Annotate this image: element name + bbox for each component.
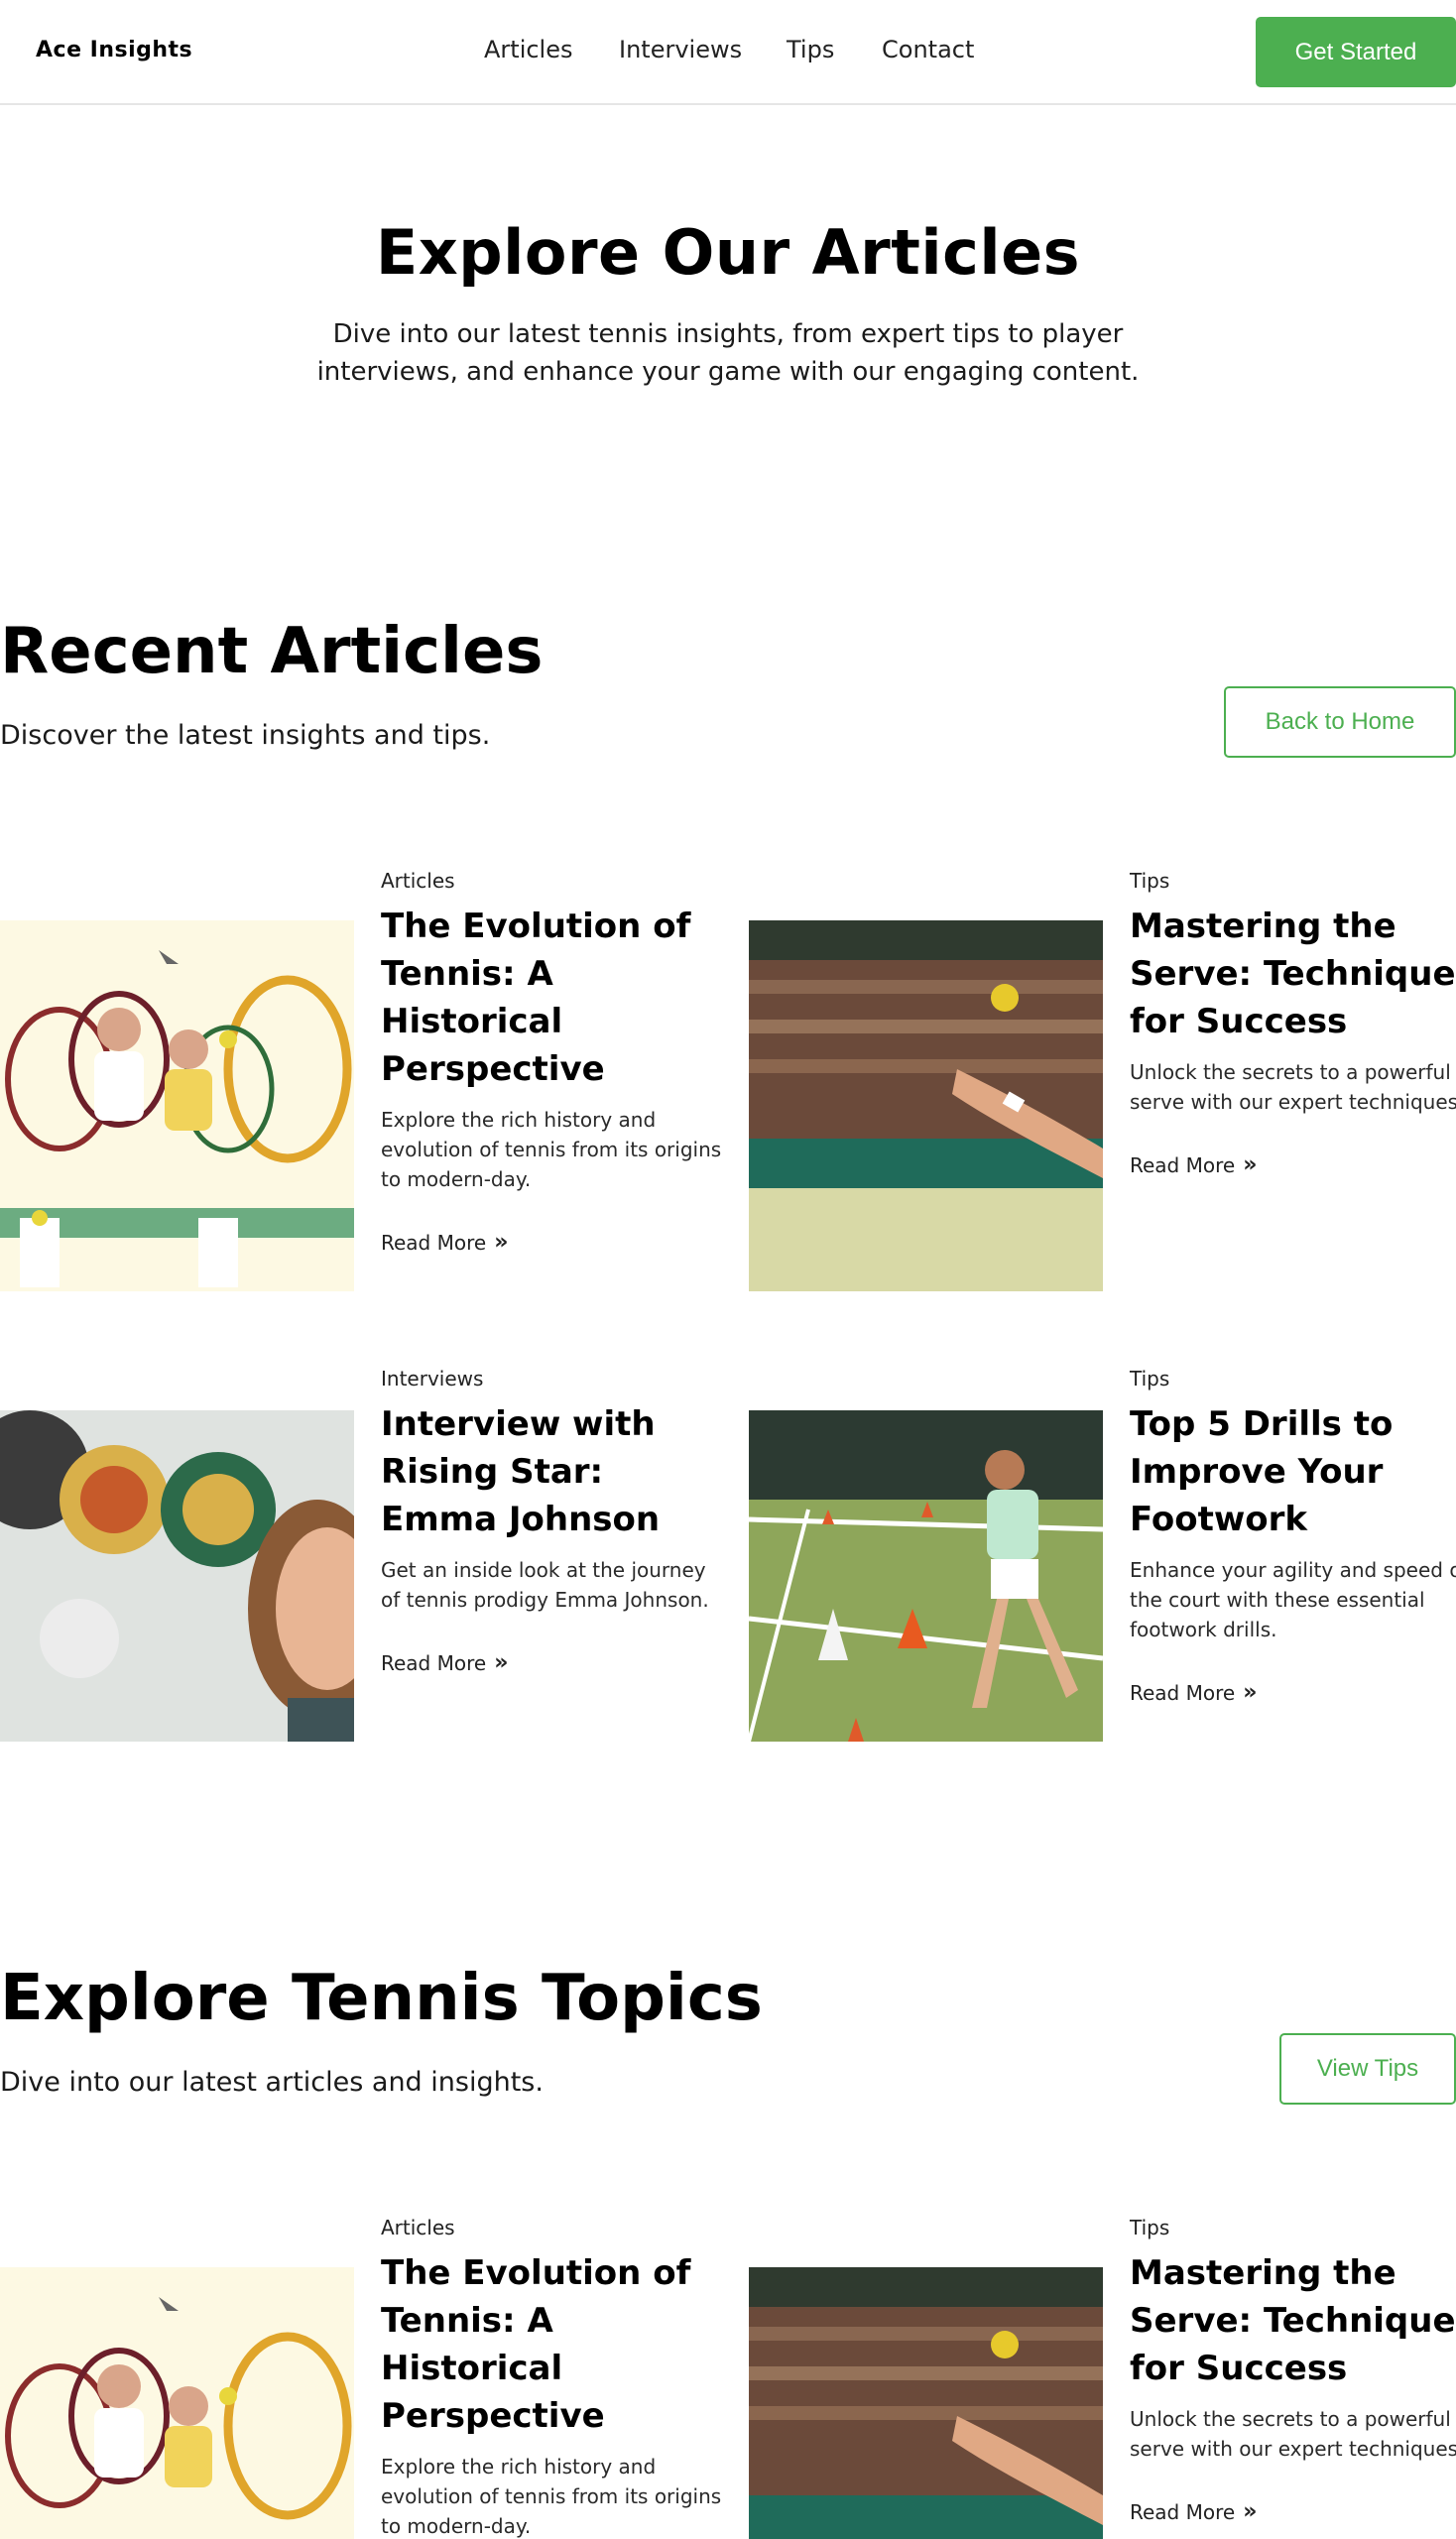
tennis-history-image: [0, 920, 354, 1291]
read-more-label: Read More: [1130, 1152, 1236, 1177]
serve-stadium-image: [749, 2267, 1103, 2539]
article-card[interactable]: Interviews Interview with Rising Star: E…: [0, 1367, 728, 1753]
hero-title: Explore Our Articles: [375, 216, 1081, 289]
card-category[interactable]: Tips: [1130, 869, 1456, 893]
hero-subtitle: Dive into our latest tennis insights, fr…: [316, 319, 1140, 387]
card-body: Tips Mastering the Serve: Techniques for…: [1130, 2216, 1456, 2524]
card-image[interactable]: [0, 2267, 354, 2539]
nav-contact[interactable]: Contact: [882, 36, 974, 63]
main-nav: Articles Interviews Tips Contact: [0, 36, 1456, 69]
card-description: Enhance your agility and speed on the co…: [1130, 1558, 1456, 1641]
nav-interviews[interactable]: Interviews: [619, 36, 742, 63]
card-image[interactable]: [749, 1410, 1103, 1742]
player-portrait-image: [0, 1410, 354, 1742]
read-more-label: Read More: [381, 1230, 487, 1255]
card-category[interactable]: Articles: [381, 869, 728, 893]
card-category[interactable]: Tips: [1130, 1367, 1456, 1390]
card-body: Articles The Evolution of Tennis: A Hist…: [381, 869, 728, 1255]
read-more-link[interactable]: Read More »: [1130, 1680, 1257, 1705]
view-tips-button[interactable]: View Tips: [1279, 2033, 1456, 2105]
tennis-history-image: [0, 2267, 354, 2539]
card-body: Tips Top 5 Drills to Improve Your Footwo…: [1130, 1367, 1456, 1705]
topics-title: Explore Tennis Topics: [0, 1962, 763, 2035]
site-header: Ace Insights Articles Interviews Tips Co…: [0, 0, 1456, 105]
card-category[interactable]: Articles: [381, 2216, 728, 2239]
card-image[interactable]: [0, 920, 354, 1291]
card-image[interactable]: [749, 2267, 1103, 2539]
double-chevron-right-icon: »: [1243, 2499, 1258, 2524]
back-to-home-button[interactable]: Back to Home: [1224, 686, 1456, 758]
card-image[interactable]: [0, 1410, 354, 1742]
card-description: Unlock the secrets to a powerful serve w…: [1130, 2407, 1456, 2461]
get-started-button[interactable]: Get Started: [1256, 17, 1456, 87]
read-more-link[interactable]: Read More »: [381, 1650, 508, 1675]
article-card[interactable]: Articles The Evolution of Tennis: A Hist…: [0, 869, 728, 1305]
double-chevron-right-icon: »: [1243, 1152, 1258, 1177]
card-title[interactable]: Mastering the Serve: Techniques for Succ…: [1130, 903, 1456, 1045]
recent-articles-subtitle: Discover the latest insights and tips.: [0, 720, 491, 751]
footwork-drills-image: [749, 1410, 1103, 1742]
card-title[interactable]: The Evolution of Tennis: A Historical Pe…: [381, 2249, 728, 2440]
read-more-label: Read More: [1130, 2499, 1236, 2524]
read-more-link[interactable]: Read More »: [1130, 1152, 1257, 1177]
page: Ace Insights Articles Interviews Tips Co…: [0, 0, 1456, 2539]
read-more-label: Read More: [1130, 1680, 1236, 1705]
card-body: Tips Mastering the Serve: Techniques for…: [1130, 869, 1456, 1177]
card-category[interactable]: Tips: [1130, 2216, 1456, 2239]
card-description: Explore the rich history and evolution o…: [381, 1108, 722, 1191]
card-title[interactable]: Mastering the Serve: Techniques for Succ…: [1130, 2249, 1456, 2392]
serve-stadium-image: [749, 920, 1103, 1291]
card-category[interactable]: Interviews: [381, 1367, 728, 1390]
double-chevron-right-icon: »: [494, 1230, 509, 1255]
double-chevron-right-icon: »: [1243, 1680, 1258, 1705]
nav-articles[interactable]: Articles: [484, 36, 573, 63]
read-more-link[interactable]: Read More »: [1130, 2499, 1257, 2524]
card-description: Explore the rich history and evolution o…: [381, 2455, 722, 2538]
article-card[interactable]: Articles The Evolution of Tennis: A Hist…: [0, 2216, 728, 2539]
card-description: Get an inside look at the journey of ten…: [381, 1558, 709, 1612]
card-title[interactable]: Top 5 Drills to Improve Your Footwork: [1130, 1400, 1456, 1543]
card-description: Unlock the secrets to a powerful serve w…: [1130, 1060, 1456, 1114]
recent-articles-title: Recent Articles: [0, 615, 544, 688]
article-card[interactable]: Tips Mastering the Serve: Techniques for…: [749, 869, 1456, 1305]
read-more-label: Read More: [381, 1650, 487, 1675]
card-title[interactable]: Interview with Rising Star: Emma Johnson: [381, 1400, 728, 1543]
card-title[interactable]: The Evolution of Tennis: A Historical Pe…: [381, 903, 728, 1093]
article-card[interactable]: Tips Top 5 Drills to Improve Your Footwo…: [749, 1367, 1456, 1753]
read-more-link[interactable]: Read More »: [381, 1230, 508, 1255]
topics-subtitle: Dive into our latest articles and insigh…: [0, 2067, 544, 2098]
card-image[interactable]: [749, 920, 1103, 1291]
double-chevron-right-icon: »: [494, 1650, 509, 1675]
article-card[interactable]: Tips Mastering the Serve: Techniques for…: [749, 2216, 1456, 2539]
nav-tips[interactable]: Tips: [787, 36, 834, 63]
card-body: Interviews Interview with Rising Star: E…: [381, 1367, 728, 1675]
card-body: Articles The Evolution of Tennis: A Hist…: [381, 2216, 728, 2539]
